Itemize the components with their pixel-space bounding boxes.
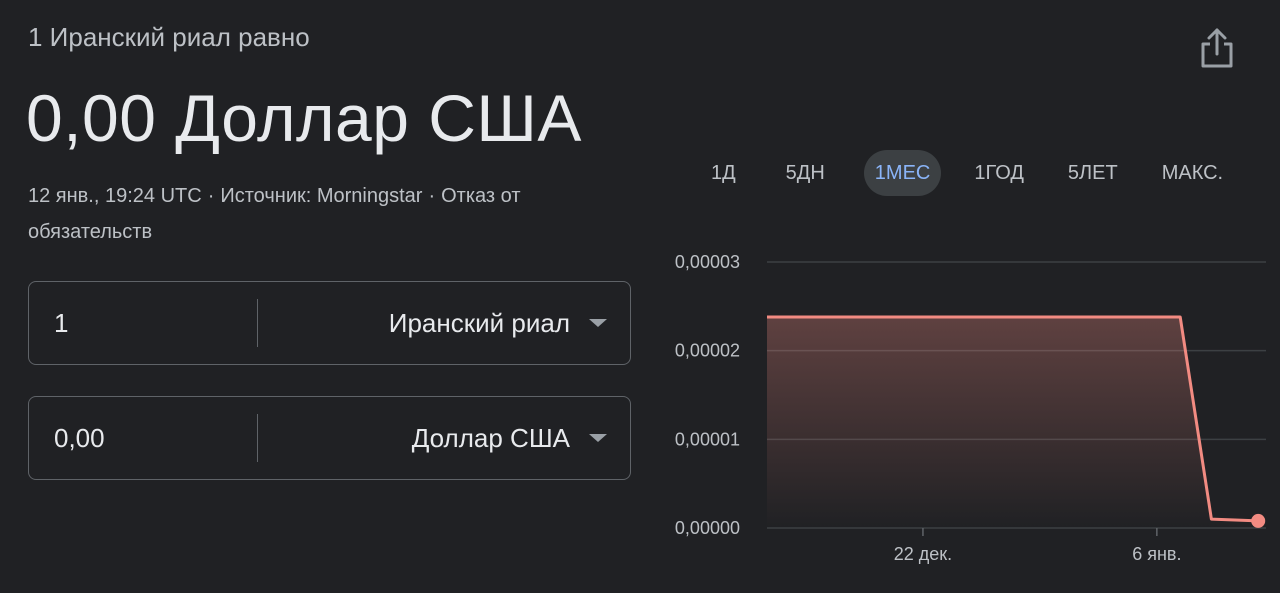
exchange-rate-chart: 0,00003 0,00002 0,00001 0,00000 22 дек. 6 янв… [675, 252, 1266, 564]
range-tab[interactable]: 1Д [700, 150, 747, 196]
share-icon [1201, 28, 1233, 68]
conversion-subtitle: 1 Иранский риал равно [28, 22, 310, 52]
divider [257, 299, 258, 347]
current-point-marker [1251, 513, 1266, 528]
source-meta: 12 янв., 19:24 UTC · Источник: Morningstar… [28, 178, 618, 250]
x-tick-label: 6 янв. [1132, 544, 1181, 564]
y-tick-label: 0,00002 [675, 341, 740, 361]
share-button[interactable] [1198, 26, 1236, 70]
y-tick-label: 0,00001 [675, 429, 740, 449]
timestamp: 12 янв., 19:24 UTC [28, 185, 202, 207]
separator: · [207, 185, 215, 207]
y-tick-label: 0,00000 [675, 518, 740, 538]
range-tab[interactable]: 5ДН [775, 150, 836, 196]
chevron-down-icon[interactable] [589, 434, 607, 442]
from-currency-select[interactable]: Иранский риал [389, 282, 570, 364]
from-amount-input[interactable]: 1 [54, 282, 68, 364]
divider [257, 414, 258, 462]
source-link[interactable]: Источник: Morningstar [220, 185, 422, 207]
from-converter: 1 Иранский риал [28, 281, 631, 365]
range-tab[interactable]: 1МЕС [863, 150, 942, 196]
chevron-down-icon[interactable] [589, 319, 607, 327]
converted-value: 0,00 Доллар США [26, 81, 582, 155]
separator: · [428, 185, 436, 207]
range-tab[interactable]: 1ГОД [963, 150, 1035, 196]
range-tabs: 1Д 5ДН 1МЕС 1ГОД 5ЛЕТ МАКС. [700, 150, 1234, 196]
to-currency-select[interactable]: Доллар США [412, 397, 570, 479]
to-amount-input[interactable]: 0,00 [54, 397, 105, 479]
range-tab[interactable]: МАКС. [1151, 150, 1234, 196]
y-tick-label: 0,00003 [675, 252, 740, 272]
x-tick-label: 22 дек. [894, 544, 952, 564]
range-tab[interactable]: 5ЛЕТ [1057, 150, 1129, 196]
to-converter: 0,00 Доллар США [28, 396, 631, 480]
